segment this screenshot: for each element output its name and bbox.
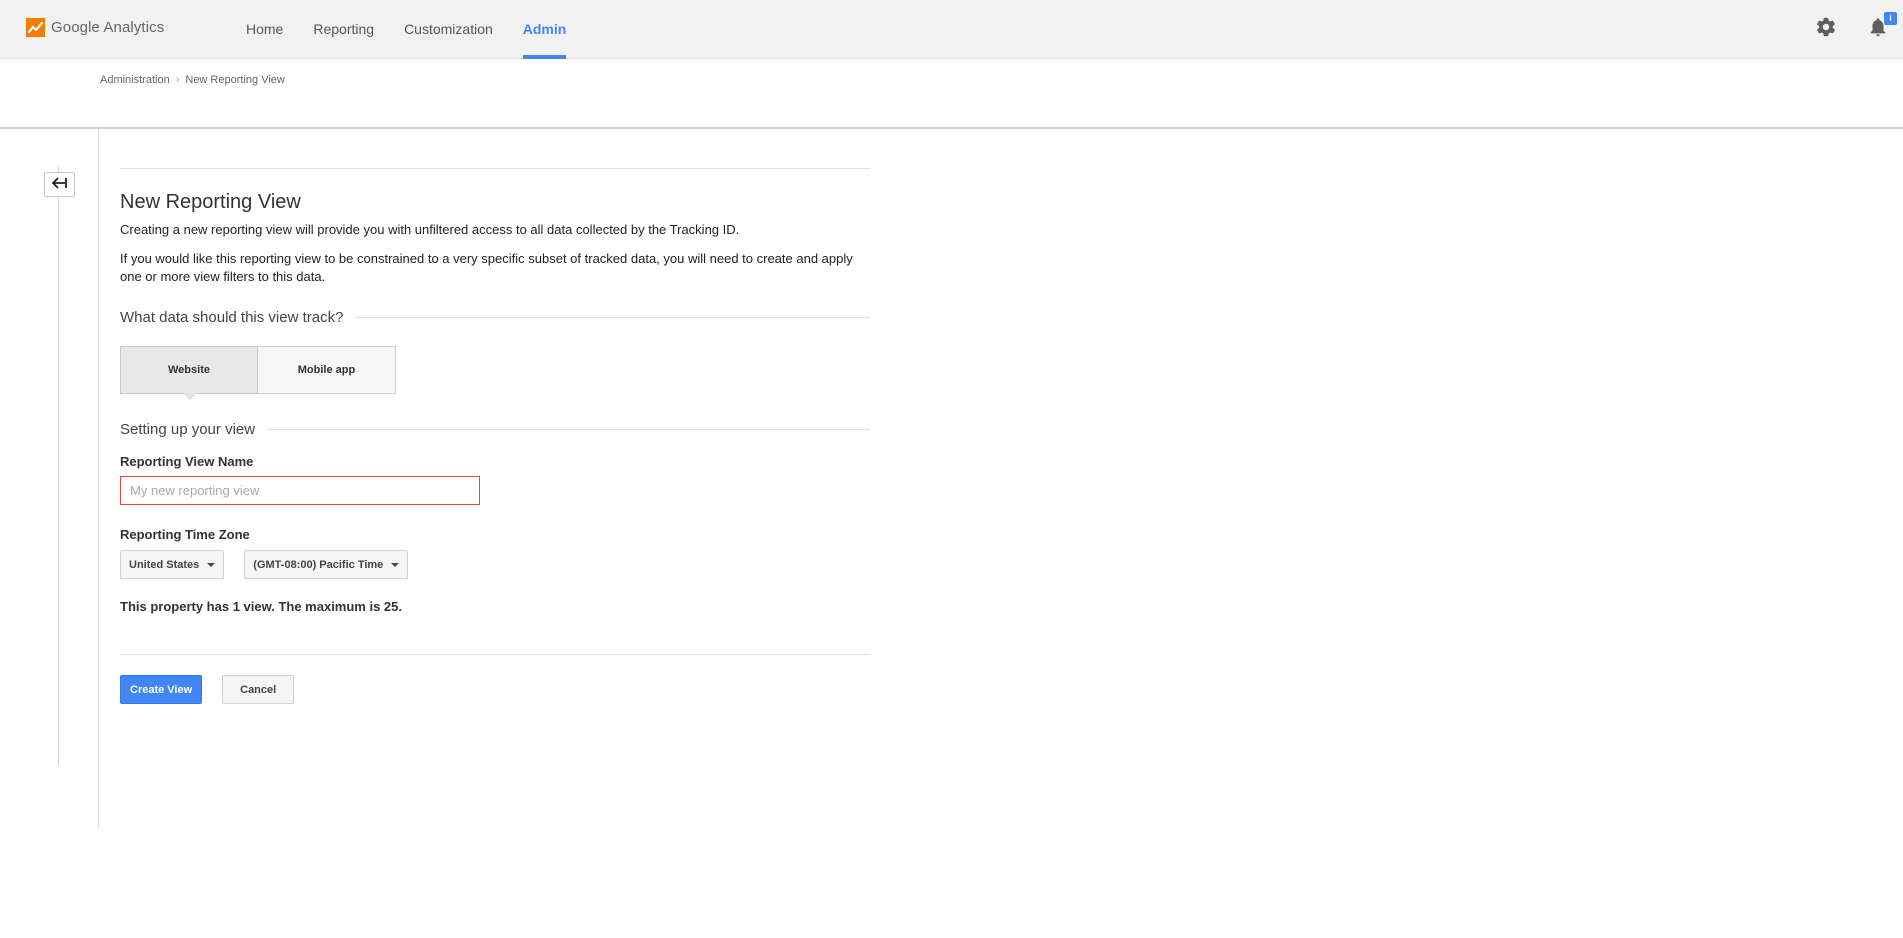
nav-home[interactable]: Home (246, 0, 283, 59)
page-title: New Reporting View (120, 191, 301, 213)
nav-admin[interactable]: Admin (522, 0, 566, 59)
chevron-right-icon: › (175, 74, 180, 86)
main-nav: Home Reporting Customization Admin (246, 0, 596, 59)
timezone-selects: United States (GMT-08:00) Pacific Time (120, 550, 870, 579)
left-rail-line (58, 165, 59, 765)
timezone-select[interactable]: (GMT-08:00) Pacific Time (244, 550, 409, 579)
website-option-button[interactable]: Website (120, 346, 258, 401)
track-section-title: What data should this view track? (120, 309, 344, 326)
track-section-header: What data should this view track? (120, 309, 870, 326)
section-divider (267, 429, 870, 430)
timezone-label: Reporting Time Zone (120, 527, 250, 542)
header-divider (0, 127, 1903, 129)
top-divider (120, 168, 870, 169)
setup-section-header: Setting up your view (120, 421, 870, 438)
view-name-input[interactable] (120, 476, 480, 505)
caret-down-icon (391, 562, 400, 567)
view-name-label: Reporting View Name (120, 454, 254, 469)
breadcrumb-current: New Reporting View (185, 74, 285, 86)
track-type-toggle: Website Mobile app (120, 346, 870, 401)
country-select-value: United States (129, 558, 200, 571)
nav-reporting[interactable]: Reporting (313, 0, 374, 59)
back-button[interactable] (44, 172, 75, 197)
gear-icon[interactable] (1815, 16, 1839, 40)
breadcrumb-administration[interactable]: Administration (100, 74, 170, 86)
breadcrumb: Administration › New Reporting View (100, 74, 285, 86)
cancel-button[interactable]: Cancel (222, 675, 295, 704)
bell-icon[interactable]: i (1867, 12, 1897, 40)
nav-customization[interactable]: Customization (404, 0, 493, 59)
setup-section-title: Setting up your view (120, 421, 256, 438)
arrow-back-icon (51, 176, 68, 194)
notification-badge: i (1884, 12, 1897, 25)
section-divider (355, 317, 870, 318)
caret-down-icon (207, 562, 216, 567)
top-icons: i (1815, 12, 1903, 40)
view-count-info: This property has 1 view. The maximum is… (120, 599, 403, 614)
description-filters: If you would like this reporting view to… (120, 251, 853, 284)
google-analytics-logo-icon (26, 18, 45, 37)
logo[interactable]: Google Analytics (26, 18, 164, 37)
mobile-app-option-button[interactable]: Mobile app (258, 346, 396, 394)
create-view-button[interactable]: Create View (120, 675, 203, 704)
bottom-divider (120, 654, 870, 655)
description-unfiltered: Creating a new reporting view will provi… (120, 222, 740, 237)
app-name: Google Analytics (51, 19, 165, 36)
country-select[interactable]: United States (120, 550, 225, 579)
new-view-form: New Reporting View Creating a new report… (120, 168, 870, 704)
timezone-select-value: (GMT-08:00) Pacific Time (253, 558, 384, 571)
top-navigation-bar: Google Analytics Home Reporting Customiz… (0, 0, 1903, 59)
form-actions: Create View Cancel (120, 675, 870, 704)
content-divider (98, 129, 99, 829)
